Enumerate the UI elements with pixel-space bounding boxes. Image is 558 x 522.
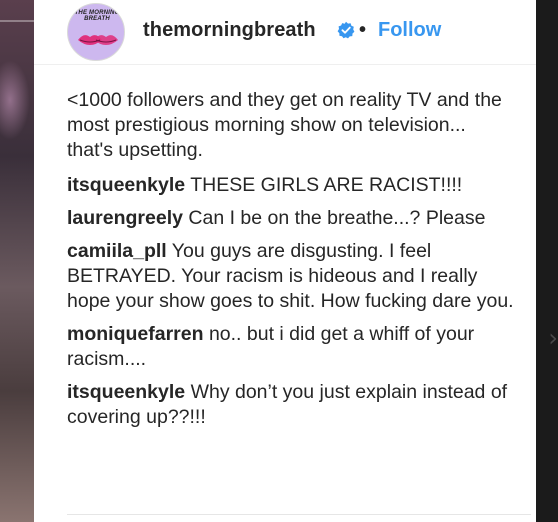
background-right: › (536, 0, 558, 522)
background-light (0, 20, 34, 22)
comment-username[interactable]: laurengreely (67, 207, 183, 229)
comment-item: laurengreely Can I be on the breathe...?… (67, 206, 517, 231)
separator-dot: • (359, 19, 367, 41)
comment-username[interactable]: itsqueenkyle (67, 381, 185, 403)
post-username[interactable]: themorningbreath (143, 19, 316, 42)
comment-item: itsqueenkyle THESE GIRLS ARE RACIST!!!! (67, 173, 517, 198)
avatar-lips-icon (78, 35, 118, 45)
comments-divider (67, 514, 531, 515)
background-left (0, 0, 34, 522)
post-panel: THE MORNING BREATH themorningbreath • Fo… (34, 0, 536, 522)
chevron-right-icon[interactable]: › (548, 326, 558, 350)
post-header: THE MORNING BREATH themorningbreath • Fo… (34, 0, 536, 64)
comment-item: moniquefarren no.. but i did get a whiff… (67, 322, 517, 372)
verified-badge-icon (337, 21, 355, 39)
comment-text: THESE GIRLS ARE RACIST!!!! (190, 174, 463, 196)
comment-username[interactable]: itsqueenkyle (67, 174, 185, 196)
post-caption: <1000 followers and they get on reality … (67, 89, 502, 161)
comment-username[interactable]: moniquefarren (67, 323, 204, 345)
comment-list: <1000 followers and they get on reality … (67, 88, 517, 438)
comment-username[interactable]: camiila_pll (67, 240, 167, 262)
header-divider (34, 64, 536, 65)
avatar[interactable]: THE MORNING BREATH (67, 3, 125, 61)
follow-button[interactable]: Follow (378, 19, 441, 42)
comment-item: itsqueenkyle Why don’t you just explain … (67, 380, 517, 430)
background-glow (0, 60, 30, 140)
comment-text: Can I be on the breathe...? Please (188, 207, 486, 229)
comment-item: camiila_pll You guys are disgusting. I f… (67, 239, 517, 314)
